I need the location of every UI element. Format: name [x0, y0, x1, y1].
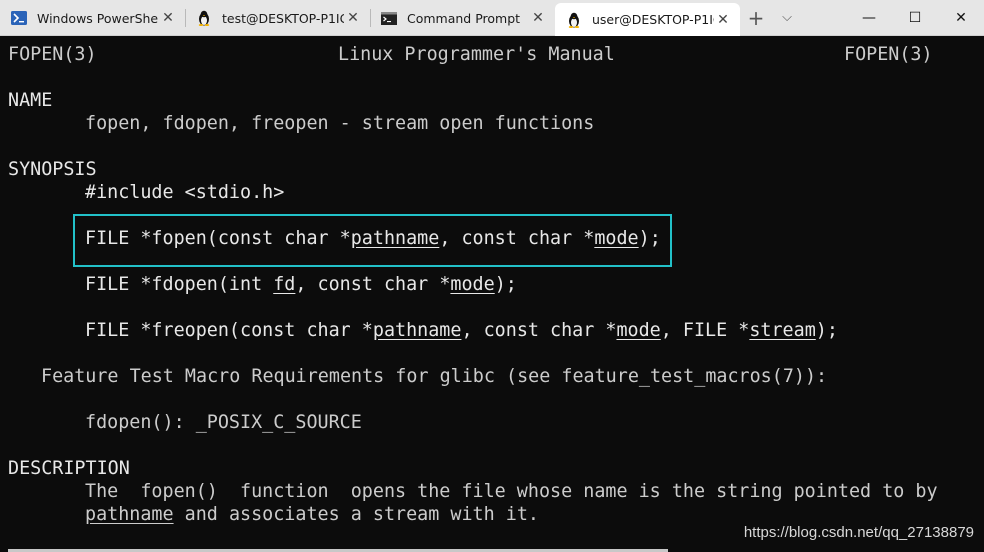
freopen-signature: FILE *freopen(const char *pathname, cons…	[85, 320, 838, 341]
man-header-left: FOPEN(3)	[8, 44, 97, 65]
param-mode: mode	[616, 320, 661, 341]
tab-command-prompt[interactable]: Command Prompt ✕	[370, 0, 555, 36]
terminal-pane[interactable]: FOPEN(3) Linux Programmer's Manual FOPEN…	[0, 36, 984, 552]
watermark-url: https://blog.csdn.net/qq_27138879	[743, 524, 974, 541]
tab-bar-drag-area[interactable]	[802, 0, 846, 35]
tab-label: Windows PowerShell	[37, 10, 159, 26]
new-tab-button[interactable]: +	[740, 0, 772, 35]
description-line-1: The fopen() function opens the file whos…	[85, 481, 938, 502]
fopen-signature: FILE *fopen(const char *pathname, const …	[85, 228, 661, 249]
description-line-2: pathname and associates a stream with it…	[85, 504, 539, 525]
section-heading-synopsis: SYNOPSIS	[8, 159, 97, 180]
fdopen-requirement: fdopen(): _POSIX_C_SOURCE	[85, 412, 362, 433]
param-pathname: pathname	[350, 228, 440, 249]
man-header-right: FOPEN(3)	[844, 44, 933, 65]
tab-windows-powershell[interactable]: Windows PowerShell ✕	[0, 0, 185, 36]
cmd-icon	[380, 10, 398, 26]
close-icon[interactable]: ✕	[159, 10, 177, 26]
linux-penguin-icon	[565, 12, 583, 28]
man-header-center: Linux Programmer's Manual	[338, 44, 615, 65]
param-mode: mode	[450, 274, 495, 295]
tab-label: Command Prompt	[407, 10, 521, 26]
tab-label: user@DESKTOP-P1IG	[592, 12, 714, 27]
close-window-button[interactable]: ✕	[938, 0, 984, 35]
tab-user-desktop[interactable]: user@DESKTOP-P1IG ✕	[555, 3, 740, 36]
param-fd: fd	[273, 274, 296, 295]
close-icon[interactable]: ✕	[529, 10, 547, 26]
fdopen-signature: FILE *fdopen(int fd, const char *mode);	[85, 274, 517, 295]
param-mode: mode	[594, 228, 639, 249]
powershell-icon	[10, 10, 28, 26]
chevron-down-icon[interactable]: ⌵	[772, 0, 802, 35]
param-pathname: pathname	[85, 504, 174, 525]
minimize-button[interactable]: —	[846, 0, 892, 35]
close-icon[interactable]: ✕	[344, 10, 362, 26]
close-icon[interactable]: ✕	[714, 12, 732, 28]
section-heading-description: DESCRIPTION	[8, 458, 130, 479]
tab-bar: Windows PowerShell ✕ test@DESKTOP-P1IG ✕…	[0, 0, 984, 36]
param-stream: stream	[749, 320, 816, 341]
tab-label: test@DESKTOP-P1IG	[222, 10, 344, 26]
linux-penguin-icon	[195, 10, 213, 26]
feature-test-macro-line: Feature Test Macro Requirements for glib…	[41, 366, 828, 387]
include-directive: #include <stdio.h>	[85, 182, 285, 203]
maximize-button[interactable]: ☐	[892, 0, 938, 35]
name-description: fopen, fdopen, freopen - stream open fun…	[85, 113, 595, 134]
param-pathname: pathname	[372, 320, 462, 341]
section-heading-name: NAME	[8, 90, 53, 111]
tab-test-desktop[interactable]: test@DESKTOP-P1IG ✕	[185, 0, 370, 36]
